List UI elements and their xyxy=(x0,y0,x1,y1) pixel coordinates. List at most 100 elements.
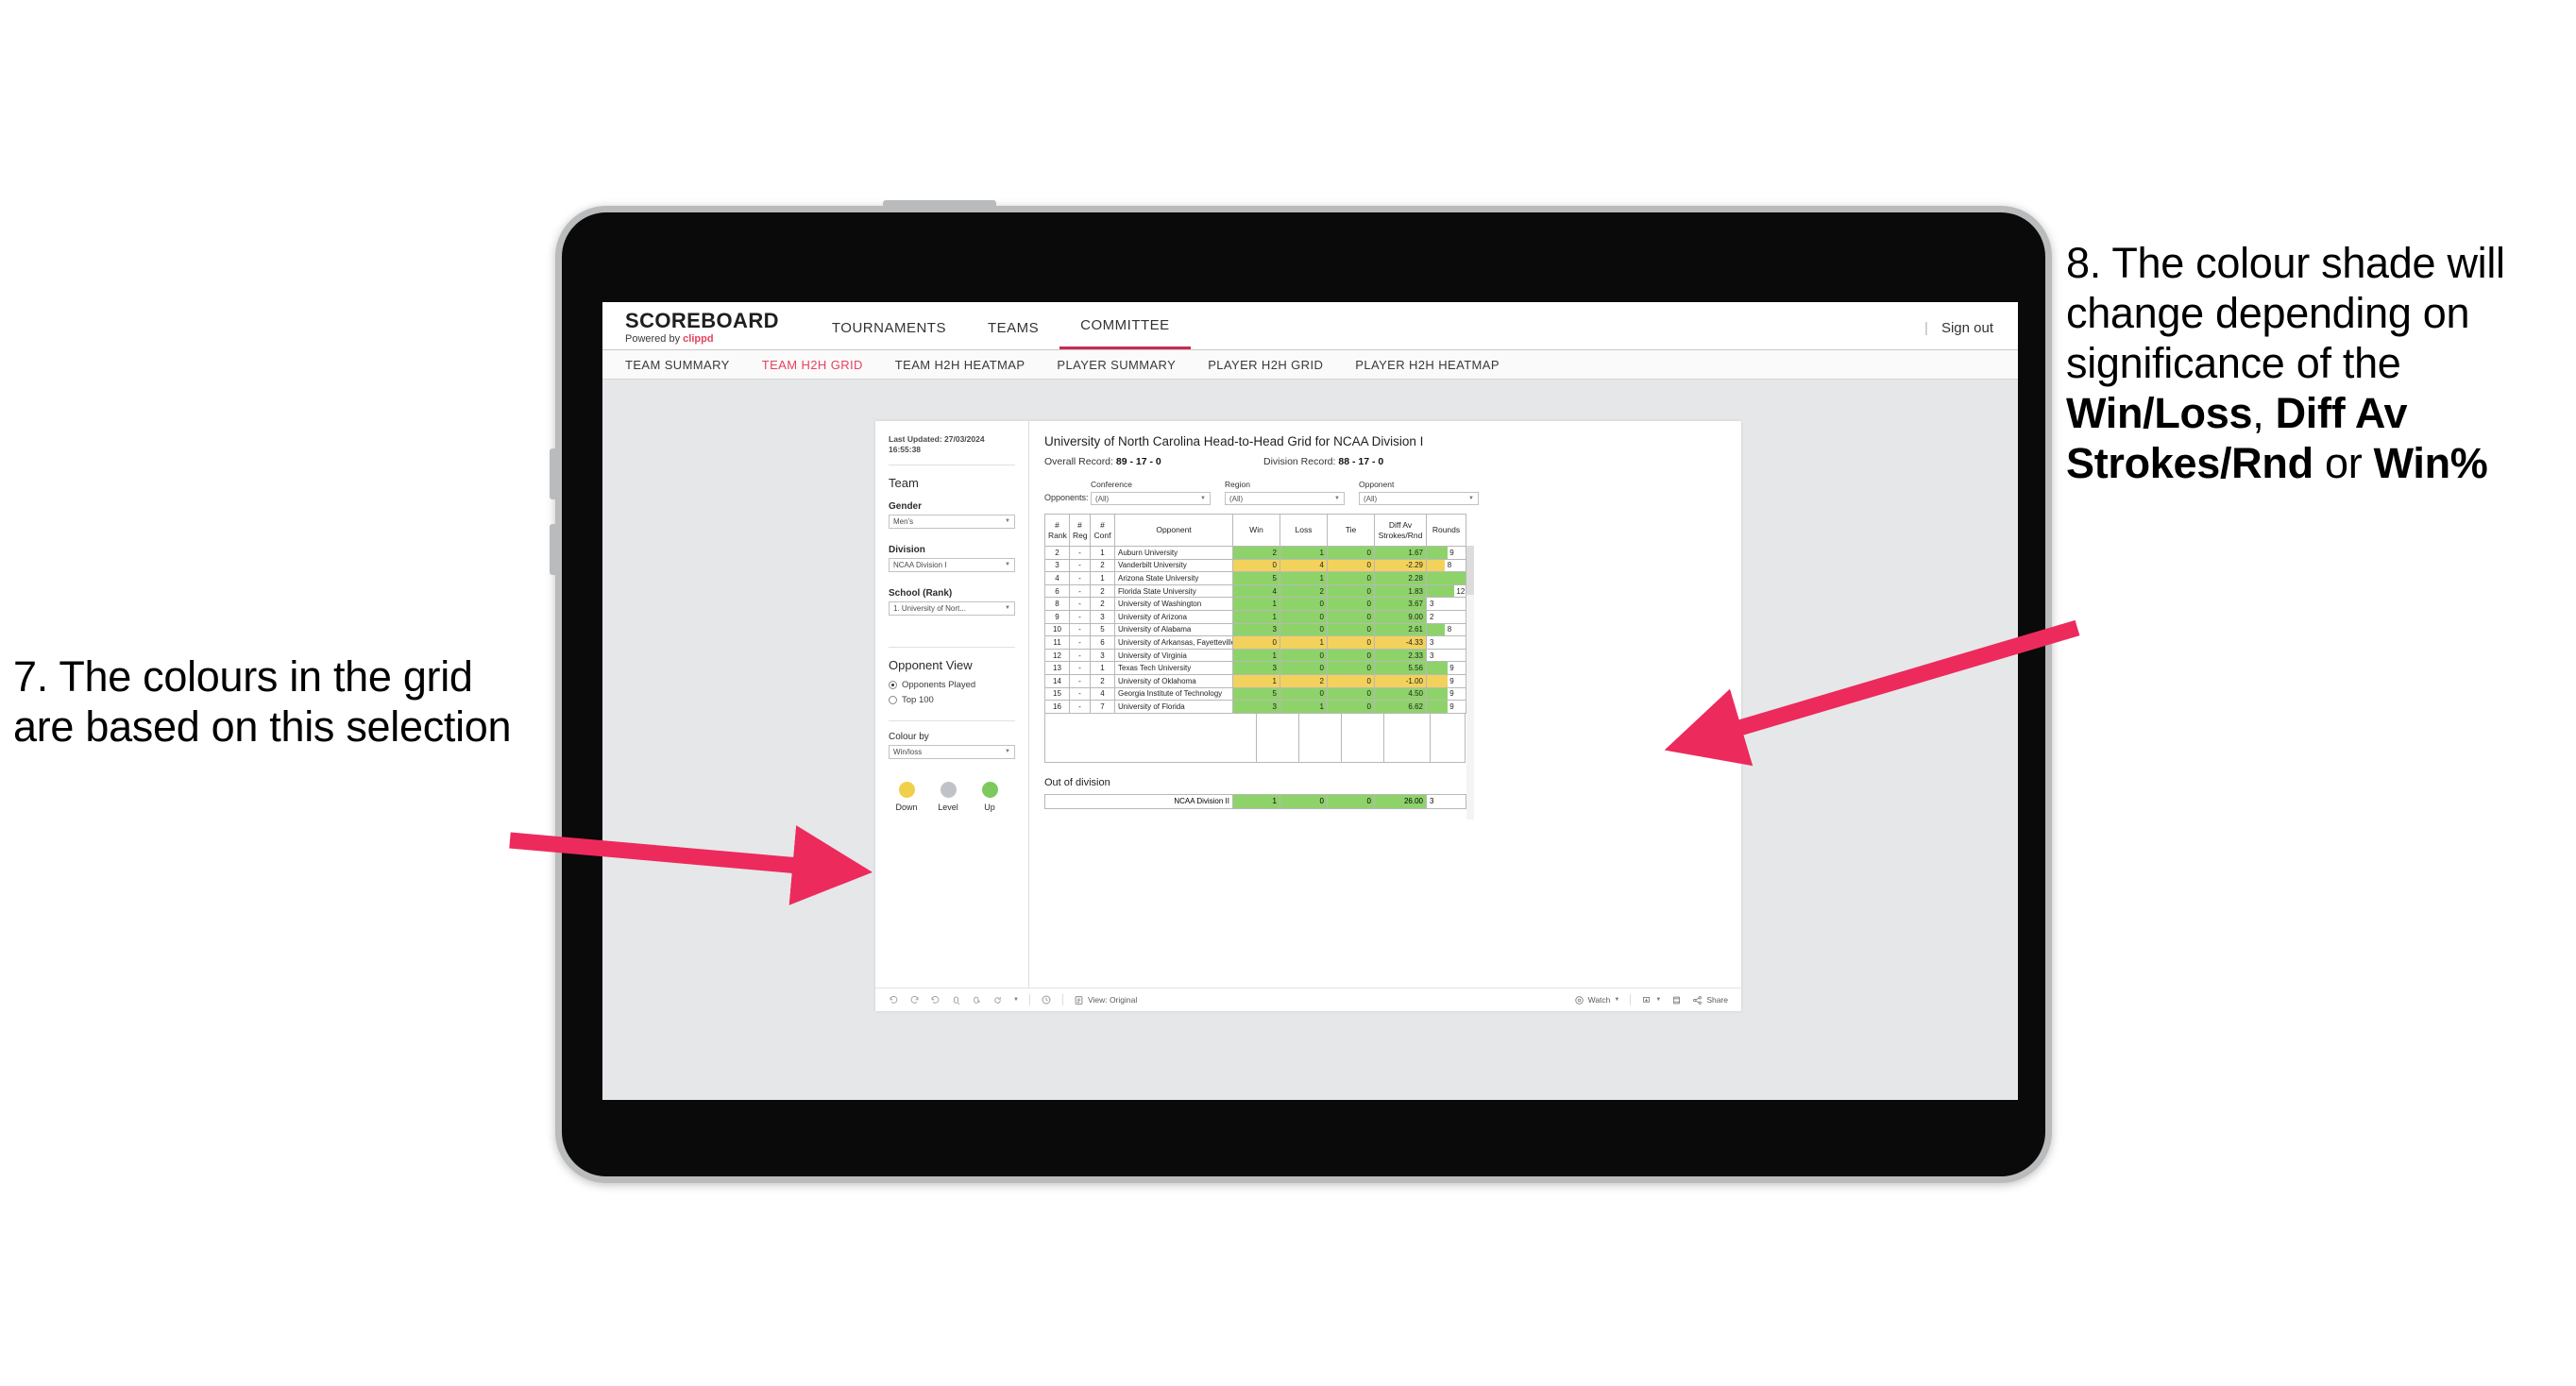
subnav-team-h2h-heatmap[interactable]: TEAM H2H HEATMAP xyxy=(895,358,1025,372)
table-row[interactable]: 15-4 Georgia Institute of Technology 5 0 0 4.… xyxy=(1044,686,1466,701)
table-row[interactable]: 3-2 Vanderbilt University 0 4 0 -2.29 8 xyxy=(1044,558,1466,573)
filter-opponent-value: (All) xyxy=(1364,494,1378,503)
download-button[interactable]: ▼ xyxy=(1641,995,1661,1006)
cell-win: 1 xyxy=(1232,609,1280,624)
subnav-player-summary[interactable]: PLAYER SUMMARY xyxy=(1057,358,1176,372)
cell-diff: 2.61 xyxy=(1374,622,1427,637)
table-row[interactable]: 4-1Arizona State University5102.2817 xyxy=(1044,571,1466,585)
radio-opponents-played-label: Opponents Played xyxy=(902,679,976,690)
fullscreen-icon[interactable] xyxy=(1671,995,1682,1006)
cell-reg: - xyxy=(1069,571,1091,585)
last-updated-text: Last Updated: 27/03/2024 16:55:38 xyxy=(889,434,985,455)
col-diff-l1: Diff Av xyxy=(1388,519,1413,530)
share-button[interactable]: Share xyxy=(1692,995,1728,1006)
cell-rounds: 2 xyxy=(1426,609,1466,624)
cell-reg: - xyxy=(1069,673,1091,688)
cell-reg: - xyxy=(1069,558,1091,573)
table-row[interactable]: 11-6 University of Arkansas, Fayetteville… xyxy=(1044,635,1466,650)
cell-opponent: Auburn University xyxy=(1114,546,1233,560)
ood-diff: 26.00 xyxy=(1374,793,1427,809)
brand-sub-accent: clippd xyxy=(683,333,714,345)
col-rank: # Rank xyxy=(1044,514,1070,547)
refresh-icon[interactable] xyxy=(951,995,961,1006)
tablet-device-frame: SCOREBOARD Powered by clippd TOURNAMENTS… xyxy=(550,200,2052,1183)
watch-button[interactable]: Watch ▼ xyxy=(1574,995,1619,1006)
school-rank-select[interactable]: 1. University of Nort... ▼ xyxy=(889,600,1015,616)
cell-rank: 14 xyxy=(1044,673,1070,688)
table-row[interactable]: 8-2 University of Washington 1 0 0 3.67 3 xyxy=(1044,597,1466,611)
blank-cell-win xyxy=(1257,713,1299,762)
table-scrollbar-thumb[interactable] xyxy=(1466,546,1474,595)
table-row[interactable]: 2-1 Auburn University 2 1 0 1.67 9 xyxy=(1044,546,1466,560)
col-diff-l2: Strokes/Rnd xyxy=(1378,530,1423,540)
redo-icon[interactable] xyxy=(909,995,920,1006)
table-row[interactable]: 12-3 University of Virginia 1 0 0 2.33 3 xyxy=(1044,648,1466,663)
reset-icon[interactable] xyxy=(992,995,1003,1006)
cell-tie: 0 xyxy=(1327,558,1375,573)
cell-tie: 0 xyxy=(1327,686,1375,701)
ood-tie: 0 xyxy=(1327,793,1375,809)
cell-diff: 2.28 xyxy=(1374,571,1427,585)
division-select[interactable]: NCAA Division I ▼ xyxy=(889,557,1015,572)
cell-loss: 2 xyxy=(1280,583,1328,599)
annotation-8: 8. The colour shade will change dependin… xyxy=(2066,238,2576,488)
col-reg-l2: Reg xyxy=(1073,530,1088,540)
ood-win: 1 xyxy=(1232,793,1280,809)
cell-win: 0 xyxy=(1232,635,1280,650)
cell-tie: 0 xyxy=(1327,597,1375,611)
filter-conference-label: Conference xyxy=(1091,480,1132,489)
radio-top-100[interactable]: Top 100 xyxy=(889,695,1015,705)
table-row[interactable]: 13-1 Texas Tech University 3 0 0 5.56 9 xyxy=(1044,661,1466,675)
cell-loss: 0 xyxy=(1280,622,1328,637)
filter-conference-value: (All) xyxy=(1095,494,1110,503)
cell-opponent: Florida State University xyxy=(1114,583,1233,599)
nav-teams[interactable]: TEAMS xyxy=(967,320,1059,349)
gender-label: Gender xyxy=(889,500,923,512)
toolbar-dropdown-caret[interactable]: ▼ xyxy=(1013,997,1019,1003)
chevron-down-icon: ▼ xyxy=(1005,749,1010,755)
col-rounds: Rounds xyxy=(1426,514,1466,547)
col-conf-l2: Conf xyxy=(1093,530,1111,540)
out-of-division-title: Out of division xyxy=(1044,776,1110,788)
radio-icon-selected xyxy=(889,680,897,689)
clock-icon[interactable] xyxy=(1041,994,1052,1006)
filter-opponent-select[interactable]: (All) ▼ xyxy=(1359,492,1479,505)
nav-committee[interactable]: COMMITTEE xyxy=(1059,317,1191,349)
colour-by-select[interactable]: Win/loss ▼ xyxy=(889,744,1015,759)
cell-diff: 2.33 xyxy=(1374,648,1427,663)
cell-reg: - xyxy=(1069,648,1091,663)
gender-select[interactable]: Men's ▼ xyxy=(889,514,1015,529)
cell-tie: 0 xyxy=(1327,648,1375,663)
table-row[interactable]: 14-2 University of Oklahoma 1 2 0 -1.00 9 xyxy=(1044,673,1466,688)
revert-icon[interactable] xyxy=(930,995,941,1006)
table-scrollbar[interactable] xyxy=(1466,546,1474,820)
toolbar-separator-3 xyxy=(1630,994,1632,1006)
table-row[interactable]: 6-2 Florida State University 4 2 0 1.83 12 xyxy=(1044,583,1466,599)
annotation-7-text: 7. The colours in the grid are based on … xyxy=(13,652,512,752)
subnav-team-h2h-grid[interactable]: TEAM H2H GRID xyxy=(762,358,863,372)
cell-diff: 1.67 xyxy=(1374,546,1427,560)
table-row[interactable]: 10-5 University of Alabama 3 0 0 2.61 8 xyxy=(1044,622,1466,637)
subnav-team-summary[interactable]: TEAM SUMMARY xyxy=(625,358,730,372)
brand-logo[interactable]: SCOREBOARD Powered by clippd xyxy=(625,311,779,349)
overall-record-value: 89 - 17 - 0 xyxy=(1115,456,1161,467)
cell-diff: 9.00 xyxy=(1374,609,1427,624)
table-row[interactable]: 9-3 University of Arizona 1 0 0 9.00 2 xyxy=(1044,609,1466,624)
filter-conference-select[interactable]: (All) ▼ xyxy=(1091,492,1211,505)
nav-tournaments[interactable]: TOURNAMENTS xyxy=(811,320,967,349)
cell-conf: 2 xyxy=(1090,558,1115,573)
cell-tie: 0 xyxy=(1327,673,1375,688)
colour-by-value: Win/loss xyxy=(893,747,923,756)
cell-conf: 1 xyxy=(1090,571,1115,585)
cell-win: 1 xyxy=(1232,597,1280,611)
subnav-player-h2h-heatmap[interactable]: PLAYER H2H HEATMAP xyxy=(1355,358,1500,372)
tableau-toolbar: ▼ View: Original Watch ▼ ▼ Share xyxy=(875,988,1741,1011)
subnav-player-h2h-grid[interactable]: PLAYER H2H GRID xyxy=(1208,358,1323,372)
undo-icon[interactable] xyxy=(889,995,899,1006)
table-row[interactable]: 16-7 University of Florida 3 1 0 6.62 9 xyxy=(1044,700,1466,714)
filter-region-select[interactable]: (All) ▼ xyxy=(1225,492,1345,505)
view-original-button[interactable]: View: Original xyxy=(1074,995,1137,1006)
radio-opponents-played[interactable]: Opponents Played xyxy=(889,680,1015,690)
sign-out-link[interactable]: Sign out xyxy=(1941,320,1993,336)
pause-icon[interactable] xyxy=(972,995,982,1006)
